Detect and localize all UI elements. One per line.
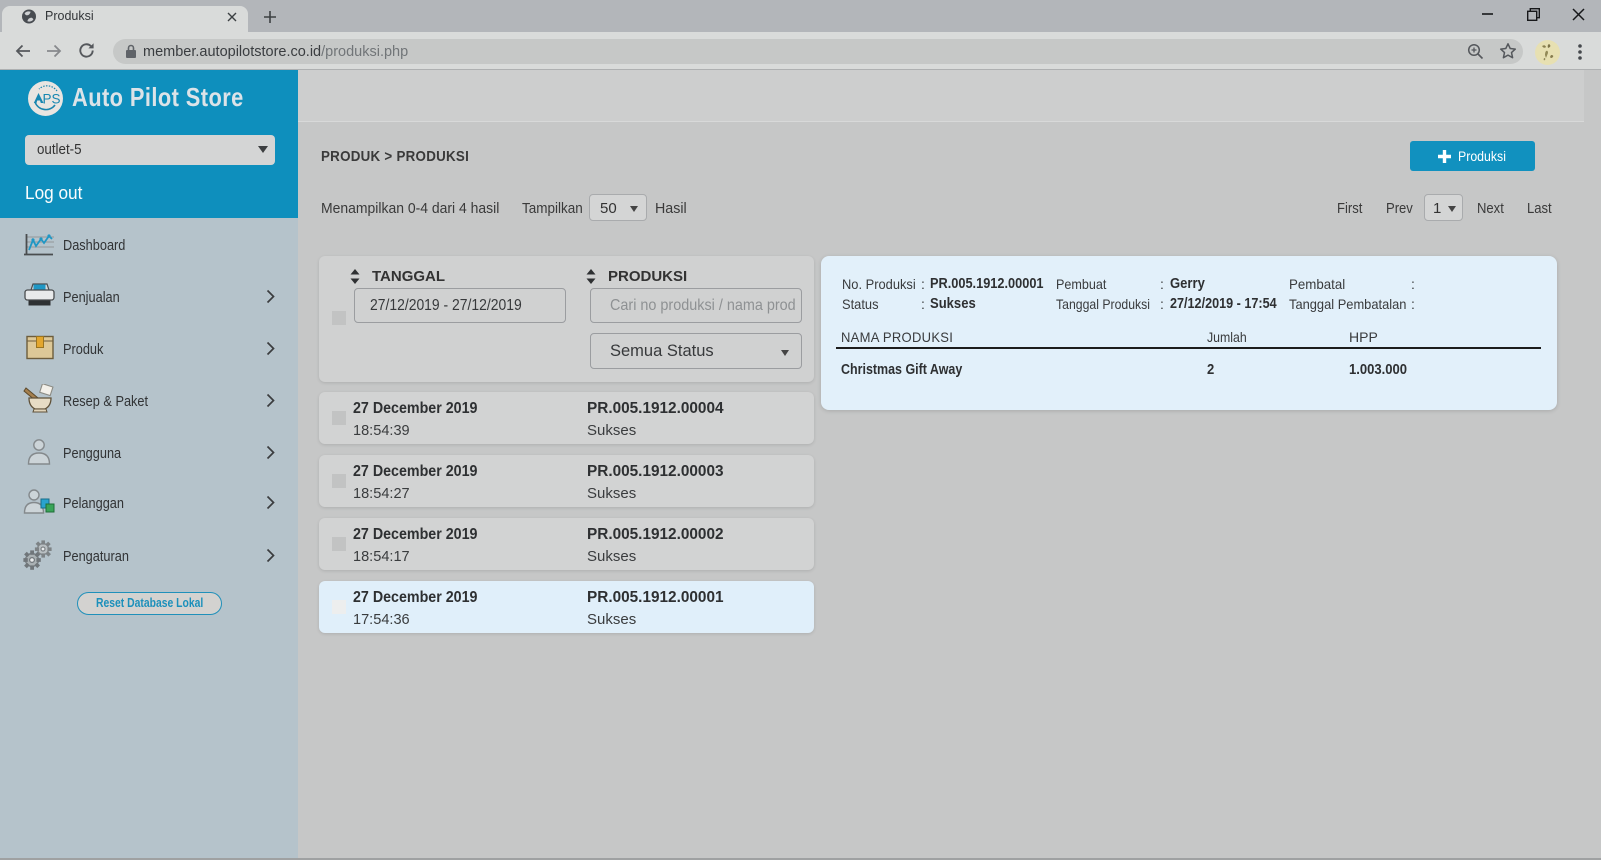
svg-text:PS: PS [43, 92, 61, 107]
